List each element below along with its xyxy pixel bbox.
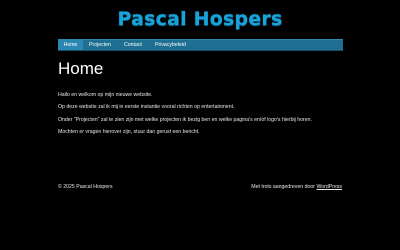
nav-item-projecten[interactable]: Projecten bbox=[89, 40, 111, 50]
content-paragraph-projects: Onder "Projecten" zal te zien zijn met w… bbox=[58, 116, 312, 123]
nav-item-privacybeleid[interactable]: Privacybeleid bbox=[155, 40, 186, 50]
nav-item-contact[interactable]: Contact bbox=[124, 40, 142, 50]
content-paragraph-welcome: Hallo en welkom op mijn nieuwe website. bbox=[58, 92, 153, 98]
footer-powered-prefix: Met trots aangedreven door bbox=[251, 184, 317, 190]
content-paragraph-focus: Op deze website zal ik mij in eerste ins… bbox=[58, 104, 235, 111]
footer-wordpress-link[interactable]: WordPress bbox=[316, 184, 342, 190]
footer-powered-by: Met trots aangedreven door WordPress bbox=[251, 184, 342, 191]
page-title: Home bbox=[58, 59, 104, 78]
page-content: Hallo en welkom op mijn nieuwe website. … bbox=[58, 92, 358, 142]
footer-copyright: © 2025 Pascal Hospers bbox=[58, 184, 113, 190]
nav-item-home[interactable]: Home bbox=[58, 40, 83, 50]
main-navigation: Home Projecten Contact Privacybeleid bbox=[58, 39, 343, 51]
site-title[interactable]: Pascal Hospers bbox=[0, 7, 400, 31]
content-paragraph-questions: Mochten er vragen hierover zijn, stuur d… bbox=[58, 129, 200, 136]
